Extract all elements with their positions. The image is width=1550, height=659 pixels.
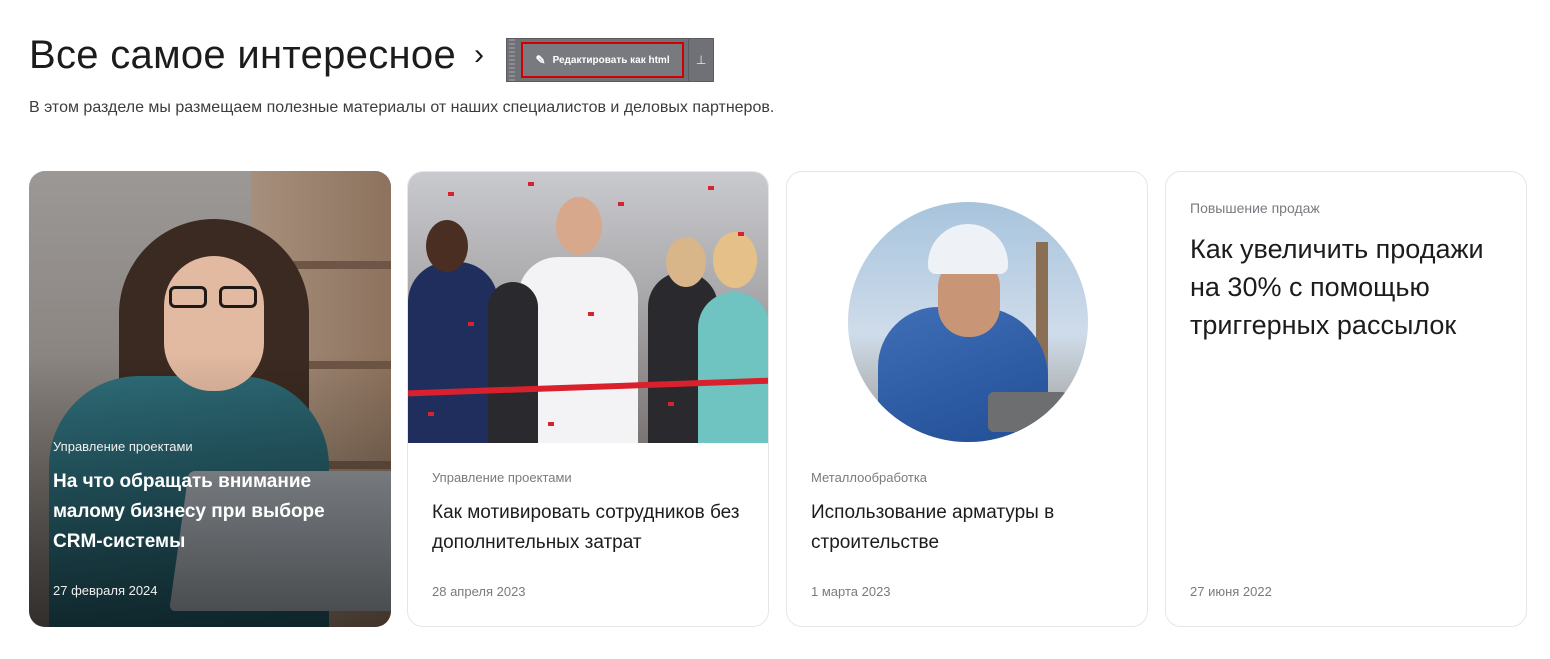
article-date: 27 февраля 2024 bbox=[53, 583, 158, 598]
article-card[interactable]: Управление проектами На что обращать вни… bbox=[29, 171, 391, 627]
edit-as-html-label: Редактировать как html bbox=[552, 54, 670, 66]
pin-icon[interactable]: ⊥ bbox=[689, 53, 713, 67]
article-title[interactable]: Использование арматуры в строительстве bbox=[811, 498, 1131, 558]
section-title: Все самое интересное bbox=[29, 33, 457, 77]
article-title[interactable]: Как увеличить продажи на 30% с помощью т… bbox=[1190, 230, 1510, 344]
edit-toolbar: ✎ Редактировать как html ⊥ bbox=[506, 38, 715, 82]
drag-handle[interactable] bbox=[509, 39, 515, 81]
article-date: 1 марта 2023 bbox=[811, 584, 891, 599]
article-category: Металлообработка bbox=[811, 470, 928, 485]
section-header: Все самое интересное › ✎ Редактировать к… bbox=[29, 30, 715, 82]
article-image bbox=[848, 202, 1088, 442]
article-card[interactable]: Металлообработка Использование арматуры … bbox=[786, 171, 1148, 627]
pencil-icon: ✎ bbox=[535, 53, 546, 67]
article-category: Управление проектами bbox=[53, 439, 193, 454]
chevron-right-icon[interactable]: › bbox=[474, 35, 484, 75]
article-card[interactable]: Повышение продаж Как увеличить продажи н… bbox=[1165, 171, 1527, 627]
article-date: 27 июня 2022 bbox=[1190, 584, 1272, 599]
article-title[interactable]: На что обращать внимание малому бизнесу … bbox=[53, 467, 353, 557]
article-category: Управление проектами bbox=[432, 470, 572, 485]
article-card[interactable]: Управление проектами Как мотивировать со… bbox=[407, 171, 769, 627]
edit-as-html-button[interactable]: ✎ Редактировать как html bbox=[520, 42, 685, 78]
article-image bbox=[29, 171, 391, 627]
article-title[interactable]: Как мотивировать сотрудников без дополни… bbox=[432, 498, 752, 558]
article-category: Повышение продаж bbox=[1190, 200, 1320, 216]
article-image bbox=[408, 172, 768, 443]
article-date: 28 апреля 2023 bbox=[432, 584, 526, 599]
section-description: В этом разделе мы размещаем полезные мат… bbox=[29, 99, 775, 116]
